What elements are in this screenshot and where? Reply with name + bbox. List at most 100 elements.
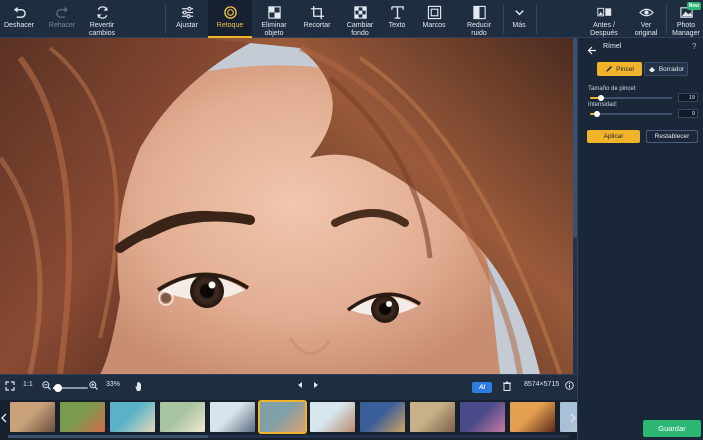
photo-canvas[interactable] xyxy=(0,38,577,374)
tab-retouch[interactable]: Retoque xyxy=(208,0,252,38)
brush-size-label: Tamaño de pincel: xyxy=(588,86,637,92)
filmstrip-scrollbar[interactable] xyxy=(8,435,569,438)
tab-retouch-label: Retoque xyxy=(216,22,244,29)
toolbar-divider xyxy=(536,4,537,34)
intensity-slider[interactable] xyxy=(590,111,672,117)
more-button[interactable]: Más xyxy=(505,0,533,38)
filmstrip-thumb-5[interactable] xyxy=(210,402,255,432)
panel-header: Rímel ? xyxy=(578,38,703,56)
zoom-percent: 33% xyxy=(106,381,121,388)
filmstrip-thumb-11[interactable] xyxy=(510,402,555,432)
eraser-toggle[interactable]: Borrador xyxy=(644,62,688,76)
zoom-1-1-button[interactable]: 1:1 xyxy=(23,381,33,388)
toolbar-divider xyxy=(503,4,504,34)
revert-button[interactable]: Revertir cambios xyxy=(84,0,120,38)
tab-change-background[interactable]: Cambiar fondo xyxy=(342,0,378,38)
sliders-icon xyxy=(178,4,196,20)
frame-icon xyxy=(425,4,443,20)
filmstrip-thumb-2[interactable] xyxy=(60,402,105,432)
intensity-label: Intensidad: xyxy=(588,102,618,108)
chevron-down-icon xyxy=(510,4,528,20)
toolbar-divider xyxy=(666,4,667,34)
redo-button[interactable]: Rehacer xyxy=(45,0,79,38)
filmstrip-thumb-3[interactable] xyxy=(110,402,155,432)
trash-icon[interactable] xyxy=(503,381,511,391)
panel-title: Rímel xyxy=(603,43,622,50)
filmstrip-thumb-9[interactable] xyxy=(410,402,455,432)
filmstrip-next-icon[interactable] xyxy=(569,408,577,428)
undo-label: Deshacer xyxy=(4,22,34,29)
undo-button[interactable]: Deshacer xyxy=(2,0,36,38)
hand-tool-icon[interactable] xyxy=(134,381,144,392)
tab-erase-object[interactable]: Eliminar objeto xyxy=(256,0,292,38)
view-original-button[interactable]: Ver original xyxy=(630,0,662,38)
tab-erase-object-label: Eliminar objeto xyxy=(261,22,287,37)
filmstrip-thumb-1[interactable] xyxy=(10,402,55,432)
background-icon xyxy=(351,4,369,20)
next-image-icon[interactable] xyxy=(312,381,320,389)
brush-size-slider[interactable] xyxy=(590,95,672,101)
retouch-panel: Rímel ? Pincel Borrador Tamaño de pincel… xyxy=(577,38,703,440)
undo-icon xyxy=(10,4,28,20)
previous-image-icon[interactable] xyxy=(296,381,304,389)
before-after-button[interactable]: Antes / Después xyxy=(586,0,622,38)
revert-label: Revertir cambios xyxy=(88,22,116,37)
eraser-label: Borrador xyxy=(658,65,685,73)
filmstrip-thumb-4[interactable] xyxy=(160,402,205,432)
ai-enhance-button[interactable]: AI xyxy=(472,382,492,393)
tab-crop-label: Recortar xyxy=(303,22,331,29)
tab-frames[interactable]: Marcos xyxy=(418,0,450,38)
redo-label: Rehacer xyxy=(48,22,76,29)
help-icon[interactable]: ? xyxy=(692,42,696,51)
reset-button[interactable]: Restablecer xyxy=(646,130,698,143)
tab-change-background-label: Cambiar fondo xyxy=(346,22,374,37)
intensity-value[interactable]: 9 xyxy=(678,109,698,118)
tab-reduce-noise[interactable]: Reducir ruido xyxy=(462,0,496,38)
filmstrip xyxy=(0,400,655,440)
zoom-slider[interactable] xyxy=(53,384,88,392)
canvas-bottom-bar: 1:1 33% AI 8574×5715 xyxy=(0,374,577,400)
photo-manager-label: Photo Manager xyxy=(672,22,700,37)
toolbar-divider xyxy=(165,4,166,34)
tab-text-label: Texto xyxy=(388,22,406,29)
more-label: Más xyxy=(512,22,526,29)
eye-icon xyxy=(637,4,655,20)
apply-button[interactable]: Aplicar xyxy=(587,130,640,143)
noise-icon xyxy=(470,4,488,20)
brush-size-knob[interactable] xyxy=(598,95,604,101)
filmstrip-prev-icon[interactable] xyxy=(0,408,8,428)
back-arrow-icon[interactable] xyxy=(587,42,597,60)
tab-crop[interactable]: Recortar xyxy=(300,0,334,38)
save-button[interactable]: Guardar xyxy=(643,420,701,437)
filmstrip-thumb-10[interactable] xyxy=(460,402,505,432)
zoom-slider-knob[interactable] xyxy=(54,384,62,392)
eraser-icon xyxy=(648,67,655,72)
top-toolbar: Deshacer Rehacer Revertir cambios Ajustar… xyxy=(0,0,703,38)
fit-screen-icon[interactable] xyxy=(5,381,15,391)
brush-toggle[interactable]: Pincel xyxy=(597,62,642,76)
tab-reduce-noise-label: Reducir ruido xyxy=(466,22,492,37)
filmstrip-scroll-thumb[interactable] xyxy=(8,435,208,438)
view-original-label: Ver original xyxy=(634,22,658,37)
before-after-label: Antes / Después xyxy=(590,22,618,37)
zoom-out-icon[interactable] xyxy=(42,381,51,390)
filmstrip-thumb-8[interactable] xyxy=(360,402,405,432)
refresh-icon xyxy=(93,4,111,20)
brush-icon xyxy=(606,66,613,72)
new-badge: New xyxy=(686,2,701,10)
intensity-knob[interactable] xyxy=(594,111,600,117)
erase-object-icon xyxy=(265,4,283,20)
brush-size-value[interactable]: 19 xyxy=(678,93,698,102)
info-icon[interactable] xyxy=(565,381,574,390)
brush-label: Pincel xyxy=(616,65,634,73)
text-icon xyxy=(388,4,406,20)
photo-manager-button[interactable]: Photo Manager New xyxy=(669,0,703,38)
filmstrip-thumb-7[interactable] xyxy=(310,402,355,432)
portrait-photo xyxy=(0,38,577,374)
tab-text[interactable]: Texto xyxy=(382,0,412,38)
tab-adjust[interactable]: Ajustar xyxy=(170,0,204,38)
crop-icon xyxy=(308,4,326,20)
retouch-icon xyxy=(221,4,239,20)
zoom-in-icon[interactable] xyxy=(89,381,98,390)
filmstrip-thumb-6[interactable] xyxy=(258,400,307,434)
